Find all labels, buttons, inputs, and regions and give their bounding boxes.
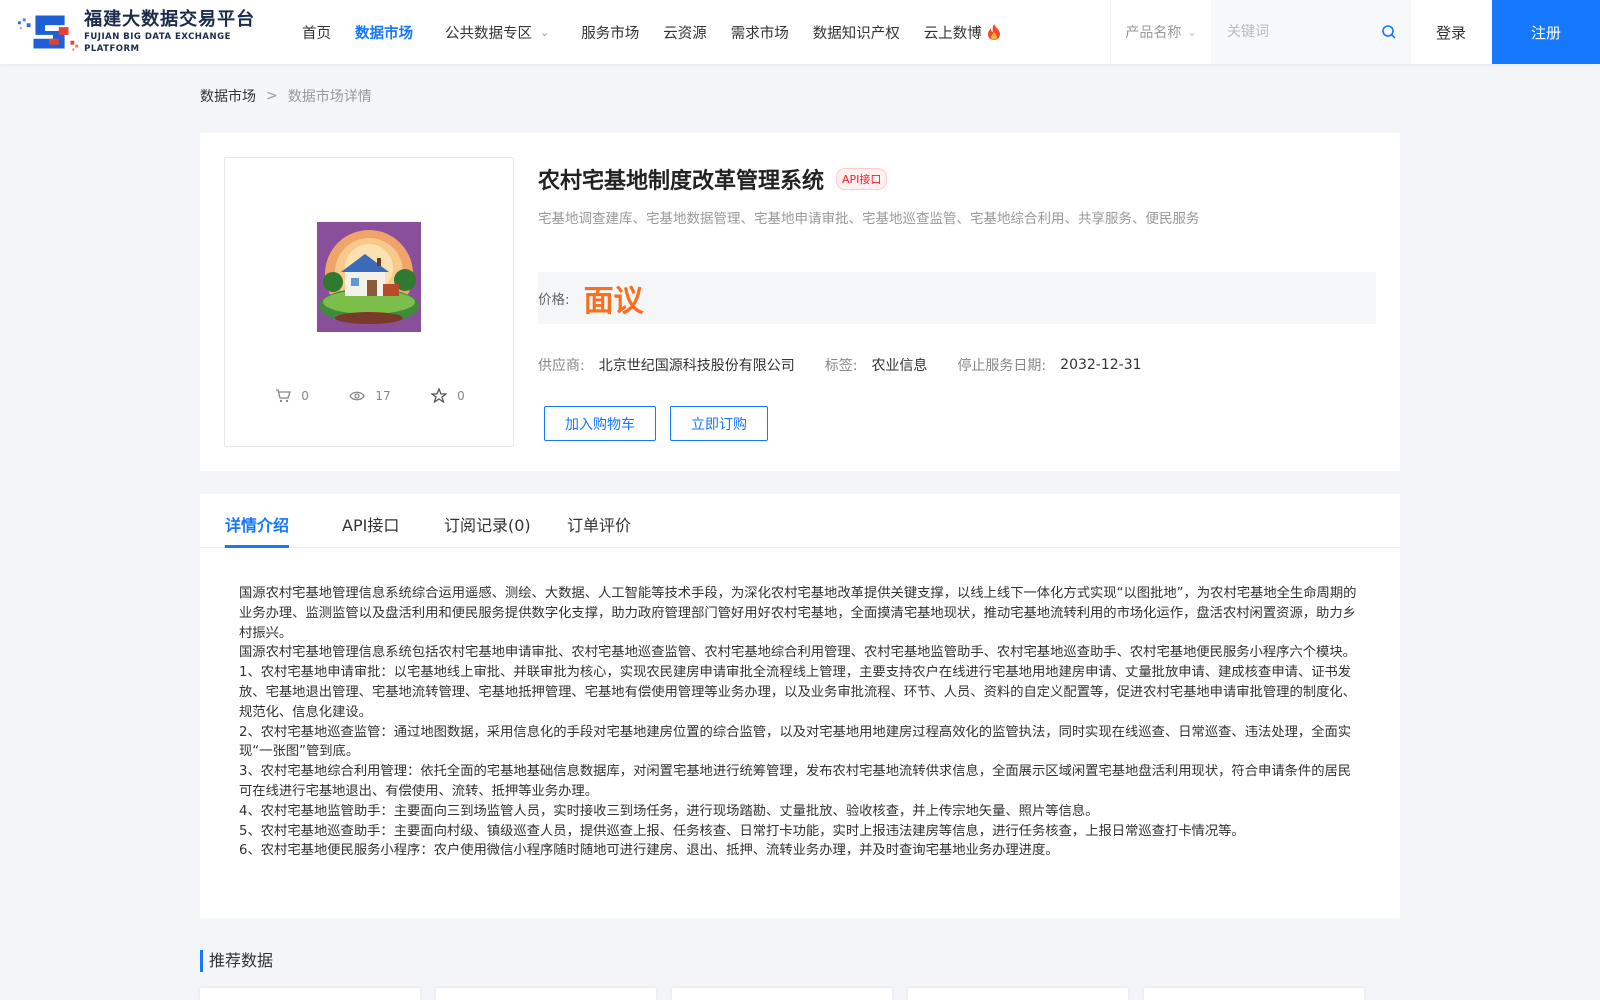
recommend-card[interactable]	[200, 988, 420, 1000]
detail-paragraph: 国源农村宅基地管理信息系统综合运用遥感、测绘、大数据、人工智能等技术手段，为深化…	[239, 586, 1357, 641]
product-meta: 供应商: 北京世纪国源科技股份有限公司 标签: 农业信息 停止服务日期: 203…	[538, 355, 1172, 375]
recommend-card[interactable]	[1144, 988, 1364, 1000]
main-nav: 首页 数据市场 公共数据专区 ⌄ 服务市场 云资源 需求市场 数据知识产权 云上…	[302, 0, 1026, 64]
recommend-title: 推荐数据	[200, 950, 273, 972]
nav-public-data[interactable]: 公共数据专区 ⌄	[445, 22, 549, 43]
order-now-button[interactable]: 立即订购	[670, 406, 768, 441]
search-area: 产品名称 ⌄	[1110, 0, 1411, 64]
search-input[interactable]	[1227, 24, 1377, 40]
product-subtitle: 宅基地调查建库、宅基地数据管理、宅基地申请审批、宅基地巡查监管、宅基地综合利用、…	[538, 211, 1200, 227]
search-icon[interactable]	[1381, 24, 1397, 40]
product-stats: 0 17 0	[225, 388, 515, 403]
chevron-down-icon: ⌄	[540, 25, 550, 39]
logo-subtitle: FUJIAN BIG DATA EXCHANGE PLATFORM	[84, 32, 231, 54]
tag-value: 农业信息	[871, 358, 928, 374]
stop-date-label: 停止服务日期:	[957, 358, 1047, 374]
product-card: 0 17 0 农村宅基地制度改革管理系统 API接口 宅基地调查建库、宅基地数据…	[200, 133, 1400, 471]
cart-count-stat: 0	[275, 388, 309, 403]
nav-demand-market[interactable]: 需求市场	[731, 22, 789, 43]
nav-data-market[interactable]: 数据市场	[355, 22, 413, 43]
top-header: 福建大数据交易平台 FUJIAN BIG DATA EXCHANGE PLATF…	[0, 0, 1600, 64]
search-type-label: 产品名称	[1125, 25, 1182, 41]
stop-date-value: 2032-12-31	[1060, 357, 1142, 373]
logo-title: 福建大数据交易平台	[84, 9, 256, 30]
detail-paragraph: 6、农村宅基地便民服务小程序：农户使用微信小程序随时随地可进行建房、退出、抵押、…	[239, 843, 1059, 859]
price-value: 面议	[583, 284, 644, 319]
fire-icon	[987, 24, 1000, 40]
logo-mark-icon	[17, 15, 79, 51]
supplier-label: 供应商:	[538, 358, 585, 374]
search-box	[1211, 0, 1411, 64]
login-button[interactable]: 登录	[1410, 0, 1492, 64]
breadcrumb-root[interactable]: 数据市场	[200, 86, 256, 106]
tab-api[interactable]: API接口	[342, 512, 399, 548]
price-row: 价格: 面议	[538, 272, 1376, 324]
platform-logo[interactable]: 福建大数据交易平台 FUJIAN BIG DATA EXCHANGE PLATF…	[16, 9, 284, 55]
nav-public-data-label: 公共数据专区	[445, 25, 532, 42]
view-count-stat: 17	[349, 388, 391, 403]
view-count: 17	[375, 388, 391, 403]
detail-paragraph: 1、农村宅基地申请审批：以宅基地线上审批、并联审批为核心，实现农民建房申请审批全…	[239, 665, 1356, 720]
chevron-down-icon: ⌄	[1187, 25, 1197, 39]
detail-paragraph: 5、农村宅基地巡查助手：主要面向村级、镇级巡查人员，提供巡查上报、任务核查、日常…	[239, 823, 1245, 839]
recommend-card[interactable]	[436, 988, 656, 1000]
detail-tabs: 详情介绍 API接口 订阅记录(0) 订单评价	[200, 494, 1400, 548]
price-label: 价格:	[538, 292, 570, 308]
tab-reviews[interactable]: 订单评价	[567, 512, 631, 548]
add-to-cart-button[interactable]: 加入购物车	[544, 406, 656, 441]
breadcrumb-separator: >	[266, 88, 278, 104]
product-title-row: 农村宅基地制度改革管理系统 API接口	[538, 163, 888, 195]
tag-label: 标签:	[824, 358, 858, 374]
product-title: 农村宅基地制度改革管理系统	[538, 169, 825, 194]
product-image-box: 0 17 0	[224, 157, 514, 447]
nav-cloud-expo-label: 云上数博	[923, 25, 982, 42]
nav-cloud-expo[interactable]: 云上数博	[924, 22, 1002, 43]
api-badge: API接口	[836, 168, 888, 190]
detail-content: 国源农村宅基地管理信息系统综合运用遥感、测绘、大数据、人工智能等技术手段，为深化…	[239, 584, 1361, 861]
nav-home[interactable]: 首页	[302, 22, 331, 43]
tab-subscriptions[interactable]: 订阅记录(0)	[444, 512, 531, 548]
recommend-card[interactable]	[672, 988, 892, 1000]
nav-service-market[interactable]: 服务市场	[581, 22, 639, 43]
supplier-name: 北京世纪国源科技股份有限公司	[598, 358, 795, 374]
detail-card: 详情介绍 API接口 订阅记录(0) 订单评价 国源农村宅基地管理信息系统综合运…	[200, 494, 1400, 918]
star-icon[interactable]	[431, 388, 448, 403]
favorite-count-stat[interactable]: 0	[431, 388, 465, 403]
favorite-count: 0	[457, 388, 465, 403]
breadcrumb-current: 数据市场详情	[287, 89, 372, 105]
cart-count: 0	[301, 388, 309, 403]
detail-paragraph: 国源农村宅基地管理信息系统包括农村宅基地申请审批、农村宅基地巡查监管、农村宅基地…	[239, 645, 1356, 661]
eye-icon	[349, 391, 366, 400]
recommend-card[interactable]	[908, 988, 1128, 1000]
detail-paragraph: 2、农村宅基地巡查监管：通过地图数据，采用信息化的手段对宅基地建房位置的综合监管…	[239, 724, 1352, 760]
search-type-select[interactable]: 产品名称 ⌄	[1111, 0, 1211, 64]
tab-details[interactable]: 详情介绍	[225, 512, 290, 548]
breadcrumb: 数据市场 > 数据市场详情	[200, 86, 372, 106]
product-image	[317, 222, 421, 332]
register-button[interactable]: 注册	[1492, 0, 1600, 64]
nav-cloud-resources[interactable]: 云资源	[663, 22, 707, 43]
cart-icon	[276, 388, 292, 402]
detail-paragraph: 3、农村宅基地综合利用管理：依托全面的宅基地基础信息数据库，对闲置宅基地进行统筹…	[239, 764, 1352, 799]
detail-paragraph: 4、农村宅基地监管助手：主要面向三到场监管人员，实时接收三到场任务，进行现场踏勘…	[239, 803, 1099, 819]
nav-data-ip[interactable]: 数据知识产权	[813, 22, 900, 43]
